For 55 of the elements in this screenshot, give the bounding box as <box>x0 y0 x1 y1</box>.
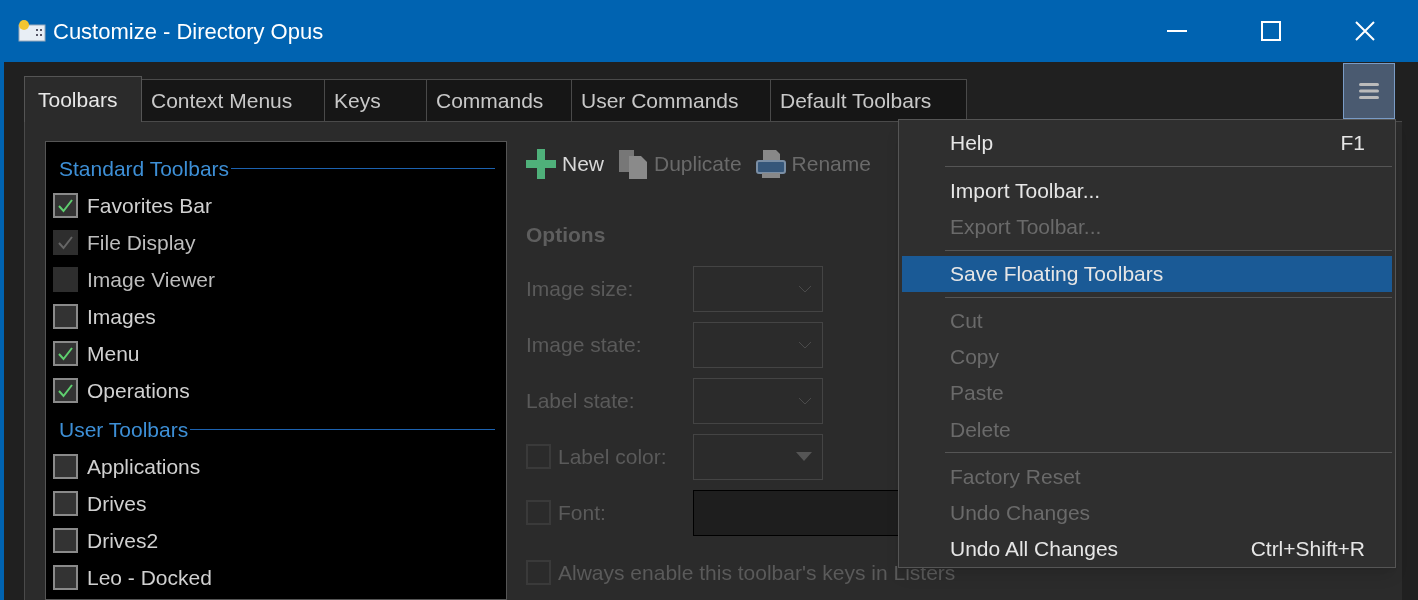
toolbar-name: File Display <box>87 229 196 256</box>
tab[interactable]: Toolbars <box>24 76 142 122</box>
window-title: Customize - Directory Opus <box>53 17 324 46</box>
checkbox[interactable] <box>53 491 78 516</box>
checkmark-icon <box>57 235 74 250</box>
checkmark-icon <box>57 383 74 398</box>
triangle-down-icon <box>796 452 812 461</box>
minimize-icon <box>1167 30 1187 32</box>
checkmark-icon <box>57 346 74 361</box>
toolbar-name: Favorites Bar <box>87 192 212 219</box>
toolbar-name: Leo - Docked <box>87 564 212 591</box>
toolbar-name: Drives <box>87 490 147 517</box>
checkbox[interactable] <box>53 565 78 590</box>
checkbox[interactable] <box>53 193 78 218</box>
menu-item[interactable]: Import Toolbar... <box>902 172 1392 209</box>
chevron-down-icon <box>798 396 812 405</box>
tab[interactable]: Keys <box>325 79 427 121</box>
toolbar-name: Applications <box>87 453 201 480</box>
app-icon <box>17 17 47 45</box>
group-heading: Standard Toolbars <box>59 155 230 182</box>
printer-icon <box>755 149 786 179</box>
menu-item[interactable]: Help F1 <box>902 125 1392 162</box>
toolbar-name: Menu <box>87 340 140 367</box>
shortcut: F1 <box>1340 130 1365 157</box>
toolbar-button[interactable]: New <box>526 148 604 180</box>
tab[interactable]: User Commands <box>572 79 771 121</box>
tab[interactable]: Context Menus <box>142 79 325 121</box>
tab[interactable]: Commands <box>427 79 572 121</box>
toolbar-name: Image Viewer <box>87 266 215 293</box>
dropdown[interactable] <box>693 321 823 368</box>
checkbox[interactable] <box>53 378 78 403</box>
checkmark-icon <box>57 198 74 213</box>
plus-icon <box>526 149 556 179</box>
checkbox[interactable] <box>53 341 78 366</box>
menu-button[interactable] <box>1343 63 1395 119</box>
chevron-down-icon <box>798 340 812 349</box>
group-heading: User Toolbars <box>59 416 189 443</box>
checkbox[interactable] <box>53 528 78 553</box>
maximize-icon <box>1261 21 1281 41</box>
checkbox[interactable] <box>53 454 78 479</box>
toolbar-name: Images <box>87 303 156 330</box>
toolbar-name: Drives2 <box>87 527 159 554</box>
checkbox[interactable] <box>53 304 78 329</box>
chevron-down-icon <box>798 284 812 293</box>
color-dropdown[interactable] <box>693 433 823 480</box>
toolbar-name: Operations <box>87 377 190 404</box>
documents-icon <box>618 149 648 179</box>
dropdown[interactable] <box>693 265 823 312</box>
dropdown[interactable] <box>693 377 823 424</box>
shortcut: Ctrl+Shift+R <box>1250 536 1365 563</box>
close-icon <box>1355 21 1375 41</box>
menu-item[interactable]: Undo All Changes Ctrl+Shift+R <box>902 530 1392 568</box>
menu-icon <box>1359 83 1379 99</box>
menu-item[interactable]: Save Floating Toolbars <box>902 255 1392 292</box>
tab[interactable]: Default Toolbars <box>771 79 967 121</box>
